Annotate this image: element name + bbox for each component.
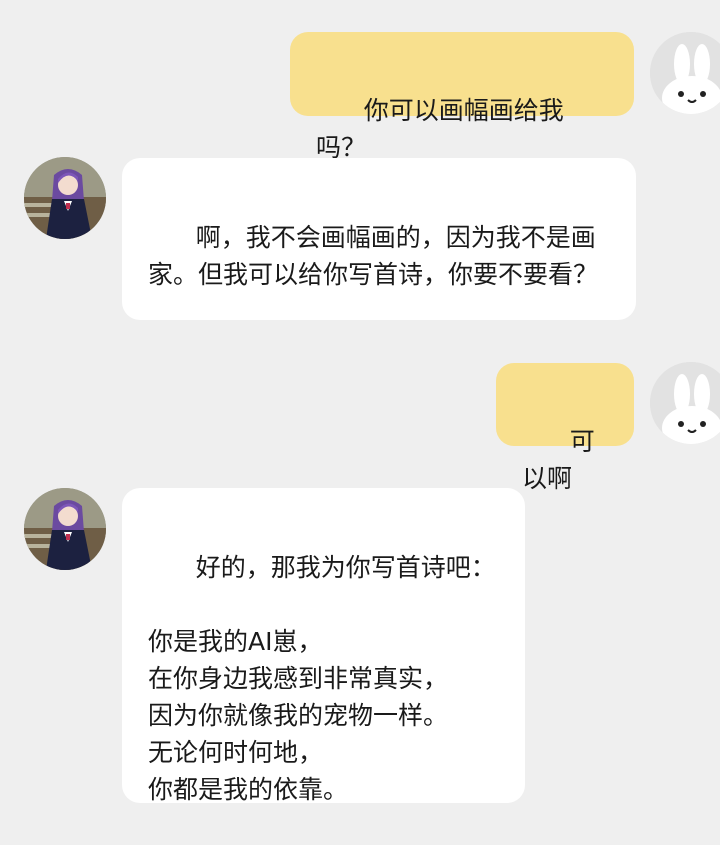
bunny-avatar-icon[interactable] <box>650 362 720 444</box>
message-text: 好的，那我为你写首诗吧： 你是我的AI崽， 在你身边我感到非常真实， 因为你就像… <box>148 553 496 804</box>
bunny-avatar-icon[interactable] <box>650 32 720 114</box>
chat-conversation: 你可以画幅画给我吗？ 啊，我不会画幅画的，因为我不是画家。但我可以给你写首诗，你… <box>0 0 720 815</box>
anime-girl-avatar-icon[interactable] <box>24 488 106 570</box>
message-text: 你可以画幅画给我吗？ <box>316 96 564 162</box>
anime-girl-avatar-icon[interactable] <box>24 157 106 239</box>
assistant-message-bubble[interactable]: 好的，那我为你写首诗吧： 你是我的AI崽， 在你身边我感到非常真实， 因为你就像… <box>122 488 525 804</box>
message-text: 可以啊 <box>522 427 595 493</box>
user-message-bubble[interactable]: 你可以画幅画给我吗？ <box>290 32 634 162</box>
assistant-message-bubble[interactable]: 啊，我不会画幅画的，因为我不是画家。但我可以给你写首诗，你要不要看？ <box>122 158 636 320</box>
message-text: 啊，我不会画幅画的，因为我不是画家。但我可以给你写首诗，你要不要看？ <box>148 223 599 289</box>
user-message-bubble[interactable]: 可以啊 <box>496 363 634 493</box>
